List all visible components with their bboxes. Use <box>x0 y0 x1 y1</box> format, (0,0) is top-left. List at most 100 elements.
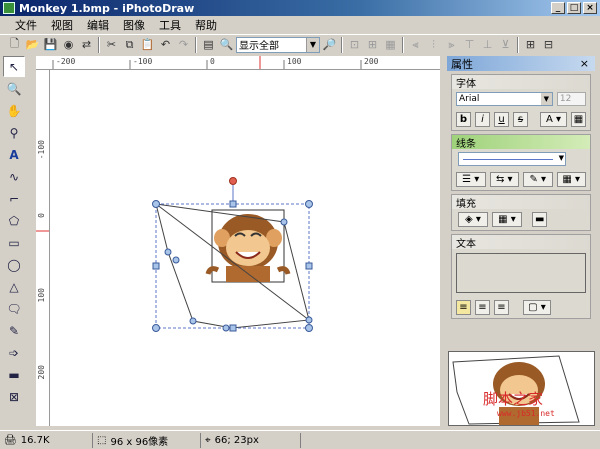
align-right-icon[interactable]: ⫸ <box>443 36 460 53</box>
font-group-title: 字体 <box>452 75 590 90</box>
zoom-in-icon[interactable]: 🔎 <box>321 36 338 53</box>
line-style-select[interactable]: ▼ <box>458 152 566 166</box>
ellipse-tool-icon[interactable]: ◯ <box>3 254 25 275</box>
text-tool-icon[interactable]: A <box>3 144 25 165</box>
font-size-input[interactable]: 12 <box>556 92 586 106</box>
line-arrow-button[interactable]: ⇆ ▾ <box>489 172 519 187</box>
tool-palette: ↖ 🔍 ✋ ⚲ A ∿ ⌐ ⬠ ▭ ◯ △ 🗨 ✎ ➩ ▬ ⊠ <box>3 56 27 428</box>
menu-image[interactable]: 图像 <box>116 17 152 33</box>
save-icon[interactable]: 💾 <box>42 36 59 53</box>
redo-icon[interactable]: ↷ <box>175 36 192 53</box>
maximize-button[interactable]: □ <box>567 2 581 14</box>
ruler-label: 100 <box>37 288 46 303</box>
align-left-text-icon[interactable]: ≡ <box>456 300 471 315</box>
zoom-tool-icon[interactable]: 🔍 <box>3 78 25 99</box>
align-left-icon[interactable]: ⫷ <box>407 36 424 53</box>
status-bar: 🖨 16.7K ⬚ 96 x 96像素 ⌖ 66; 23px <box>0 430 600 449</box>
menu-file[interactable]: 文件 <box>8 17 44 33</box>
ruler-label: 100 <box>287 57 302 66</box>
fill-group: 填充 ◈ ▾ ▦ ▾ ▬ <box>451 194 591 231</box>
align-center-icon[interactable]: ⫶ <box>425 36 442 53</box>
copy-icon[interactable]: ⧉ <box>121 36 138 53</box>
ruler-label: -100 <box>37 140 46 160</box>
underline-button[interactable]: u <box>494 112 509 127</box>
close-button[interactable]: × <box>583 2 597 14</box>
freehand-tool-icon[interactable]: ∿ <box>3 166 25 187</box>
paste-icon[interactable]: 📋 <box>139 36 156 53</box>
watermark-url: www.jb51.net <box>497 409 555 418</box>
line-weight-button[interactable]: ☰ ▾ <box>456 172 486 187</box>
grid-icon[interactable]: ▦ <box>382 36 399 53</box>
align-middle-icon[interactable]: ⊥ <box>479 36 496 53</box>
line-color-button[interactable]: ✎ ▾ <box>523 172 553 187</box>
export-icon[interactable]: ⇄ <box>78 36 95 53</box>
ungroup-icon[interactable]: ⊟ <box>540 36 557 53</box>
resize-icon[interactable]: ⊞ <box>364 36 381 53</box>
hand-tool-icon[interactable]: ✋ <box>3 100 25 121</box>
open-folder-icon[interactable]: 📂 <box>24 36 41 53</box>
screenshot-tool-icon[interactable]: ⊠ <box>3 386 25 407</box>
window-title: Monkey 1.bmp - iPhotoDraw <box>19 1 195 15</box>
text-content-input[interactable] <box>456 253 586 293</box>
rotate-handle[interactable] <box>229 177 237 185</box>
zoom-select[interactable]: 显示全部 ▼ <box>236 36 320 53</box>
fill-color-button[interactable]: ◈ ▾ <box>458 212 488 227</box>
watermark-text: 脚本之家 <box>483 390 544 408</box>
font-name-select[interactable]: Arial ▼ <box>456 92 553 106</box>
size-icon: ⬚ <box>97 434 107 446</box>
title-bar: Monkey 1.bmp - iPhotoDraw _ □ × <box>0 0 600 16</box>
strike-button[interactable]: s <box>513 112 528 127</box>
menu-edit[interactable]: 编辑 <box>80 17 116 33</box>
italic-button[interactable]: i <box>475 112 490 127</box>
text-layout-icon[interactable]: ▦ <box>570 112 586 127</box>
align-bottom-icon[interactable]: ⊻ <box>497 36 514 53</box>
select-tool-icon[interactable]: ↖ <box>3 56 25 77</box>
font-group: 字体 Arial ▼ 12 b i u s A ▾ ▦ <box>451 74 591 131</box>
panel-title: 属性 <box>451 57 473 71</box>
line-group-title: 线条 <box>452 135 590 150</box>
preview-thumbnail[interactable]: 脚本之家 www.jb51.net <box>448 351 595 426</box>
undo-icon[interactable]: ↶ <box>157 36 174 53</box>
connector-tool-icon[interactable]: ⌐ <box>3 188 25 209</box>
group-icon[interactable]: ⊞ <box>522 36 539 53</box>
ruler-label: -100 <box>133 57 153 66</box>
arrow-tool-icon[interactable]: ➩ <box>3 342 25 363</box>
drawing-canvas[interactable] <box>50 70 440 426</box>
color-picker-icon[interactable]: ⚲ <box>3 122 25 143</box>
align-top-icon[interactable]: ⊤ <box>461 36 478 53</box>
new-file-icon[interactable]: 🗋 <box>6 36 23 53</box>
menu-tools[interactable]: 工具 <box>152 17 188 33</box>
callout-tool-icon[interactable]: 🗨 <box>3 298 25 319</box>
text-box-button[interactable]: ▢ ▾ <box>523 300 551 315</box>
polygon-tool-icon[interactable]: ⬠ <box>3 210 25 231</box>
align-right-text-icon[interactable]: ≡ <box>494 300 509 315</box>
ruler-label: 200 <box>37 365 46 380</box>
ruler-label: 200 <box>364 57 379 66</box>
menu-view[interactable]: 视图 <box>44 17 80 33</box>
triangle-tool-icon[interactable]: △ <box>3 276 25 297</box>
cut-icon[interactable]: ✂ <box>103 36 120 53</box>
image-tool-icon[interactable]: ▬ <box>3 364 25 385</box>
text-group-title: 文本 <box>452 235 590 250</box>
rectangle-tool-icon[interactable]: ▭ <box>3 232 25 253</box>
line-dash-button[interactable]: ▦ ▾ <box>556 172 586 187</box>
fill-pattern-button[interactable]: ▦ ▾ <box>492 212 522 227</box>
font-color-button[interactable]: A ▾ <box>540 112 567 127</box>
line-group: 线条 ▼ ☰ ▾ ⇆ ▾ ✎ ▾ ▦ ▾ <box>451 134 591 191</box>
zoom-icon[interactable]: 🔍 <box>218 36 235 53</box>
minimize-button[interactable]: _ <box>551 2 565 14</box>
chevron-down-icon: ▼ <box>558 154 564 162</box>
fill-image-icon[interactable]: ▬ <box>532 212 548 227</box>
cursor-icon: ⌖ <box>205 434 211 446</box>
printer-icon: 🖨 <box>4 434 17 446</box>
crop-icon[interactable]: ⊡ <box>346 36 363 53</box>
page-setup-icon[interactable]: ▤ <box>200 36 217 53</box>
panel-close-icon[interactable]: × <box>580 57 589 70</box>
status-file-size: 🖨 16.7K <box>4 434 50 446</box>
menu-help[interactable]: 帮助 <box>188 17 224 33</box>
bold-button[interactable]: b <box>456 112 471 127</box>
chevron-down-icon: ▼ <box>306 37 319 52</box>
align-center-text-icon[interactable]: ≡ <box>475 300 490 315</box>
pen-tool-icon[interactable]: ✎ <box>3 320 25 341</box>
globe-icon[interactable]: ◉ <box>60 36 77 53</box>
